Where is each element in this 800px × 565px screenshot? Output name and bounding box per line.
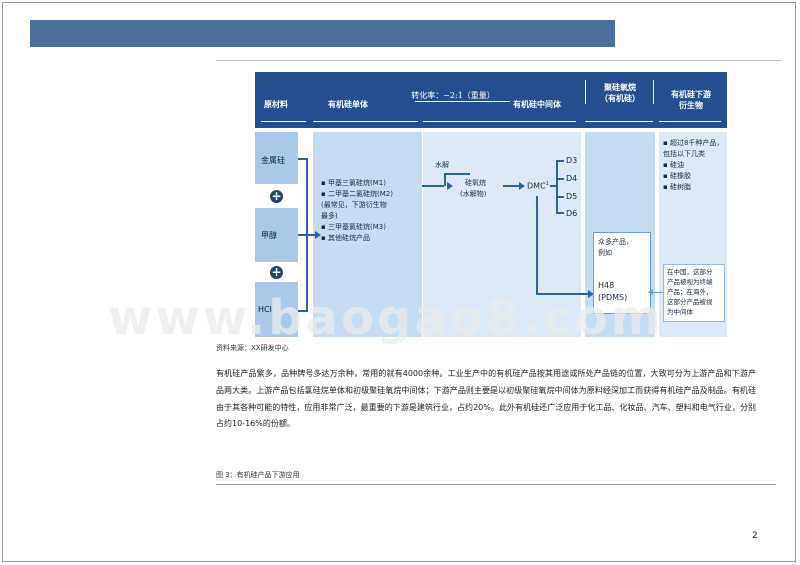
raw-methanol-label: 甲醇 [261,231,277,240]
monomer-list: ▪ 甲基三氯硅烷(M1) ▪ 二甲基二氯硅烷(M2) (最常见，下游衍生物 最多… [321,178,393,244]
col-downstream-sub: 衍生物 [679,100,703,110]
downstream-item: ▪ 硅油 [663,161,684,169]
header-bar [30,20,615,47]
china-note-line: 产品被视为终端 [667,278,713,286]
col-polysiloxane-sub: （有机硅） [600,93,640,103]
page-number: 2 [752,531,758,541]
connector [444,173,470,175]
china-note-line: 产品；在海外， [667,288,713,296]
connector [298,158,306,160]
arrow-icon [447,182,453,190]
arrow-icon [519,182,525,190]
monomer-item: 最多) [321,212,338,220]
monomer-item: ▪ 其他硅烷产品 [321,234,370,242]
header-arrow-line [313,121,418,122]
cyclic-d3: D3 [566,156,578,165]
plus-icon: + [270,189,283,203]
china-note: 在中国，这部分 产品被视为终端 产品；在海外， 这部分产品被视 为中间体 [667,267,713,317]
downstream-list: ▪ 超过8千种产品， 包括以下几类 ▪ 硅油 ▪ 硅橡胶 ▪ 硅树脂 [663,138,723,193]
header-arrow-line [261,121,306,122]
plus-icon: + [270,265,283,279]
connector [556,178,564,180]
figure3-rule [216,484,776,485]
body-paragraph: 有机硅产品繁多，品种牌号多达万余种，常用的就有4000余种。工业生产中的有机硅产… [216,369,756,429]
watermark: www.baogao8.com [108,290,664,346]
connector [536,196,538,294]
raw-silicon-label: 金属硅 [261,156,285,165]
monomer-item: ▪ 三甲基氯硅烷(M3) [321,223,386,231]
header-arrow-line [585,121,653,122]
connector [556,212,564,214]
dmc-text: DMC [527,181,546,191]
col-downstream: 有机硅下游 [671,89,711,99]
connector [298,234,306,236]
downstream-item: ▪ 硅树脂 [663,183,691,191]
col-raw-materials: 原材料 [264,99,288,109]
dmc-label: DMC1 [527,179,549,192]
col-polysiloxane: 聚硅氧烷 [604,82,636,92]
cyclic-d6: D6 [566,209,578,218]
hydrolysis-label: 水解 [435,161,449,169]
monomer-item: ▪ 二甲基二氯硅烷(M2) [321,190,393,198]
downstream-item: ▪ 硅橡胶 [663,172,691,180]
monomer-item: (最常见，下游衍生物 [321,201,387,209]
connector [556,160,564,162]
many-products-example: 例如 [598,249,612,257]
siloxane-sub-label: (水解物) [460,190,487,198]
header-rule [216,60,781,61]
downstream-item: ▪ 超过8千种产品， [663,139,724,147]
monomer-item: ▪ 甲基三氯硅烷(M1) [321,179,386,187]
cyclic-d5: D5 [566,192,578,201]
china-note-line: 在中国，这部分 [667,268,713,276]
col-intermediate: 有机硅中间体 [513,99,561,109]
siloxane-label: 硅氧烷 [465,179,486,187]
cyclic-d4: D4 [566,174,578,183]
connector [422,185,444,187]
conversion-arrow-line [415,101,510,102]
header-arrow-line [423,121,576,122]
separator [653,80,654,104]
many-products-label: 众多产品， [598,238,633,246]
col-monomer: 有机硅单体 [328,99,368,109]
dmc-footnote: 1 [545,181,549,187]
downstream-item: 包括以下几类 [663,150,705,158]
header-arrow-line [659,121,721,122]
connector [556,196,564,198]
conversion-rate: 转化率：~2:1（重量） [411,91,495,100]
china-note-line: 这部分产品被视 [667,298,713,306]
separator [585,80,586,104]
connector [556,160,558,214]
figure3-caption: 图 3：有机硅产品下游应用 [216,471,300,479]
china-note-line: 为中间体 [667,308,693,316]
